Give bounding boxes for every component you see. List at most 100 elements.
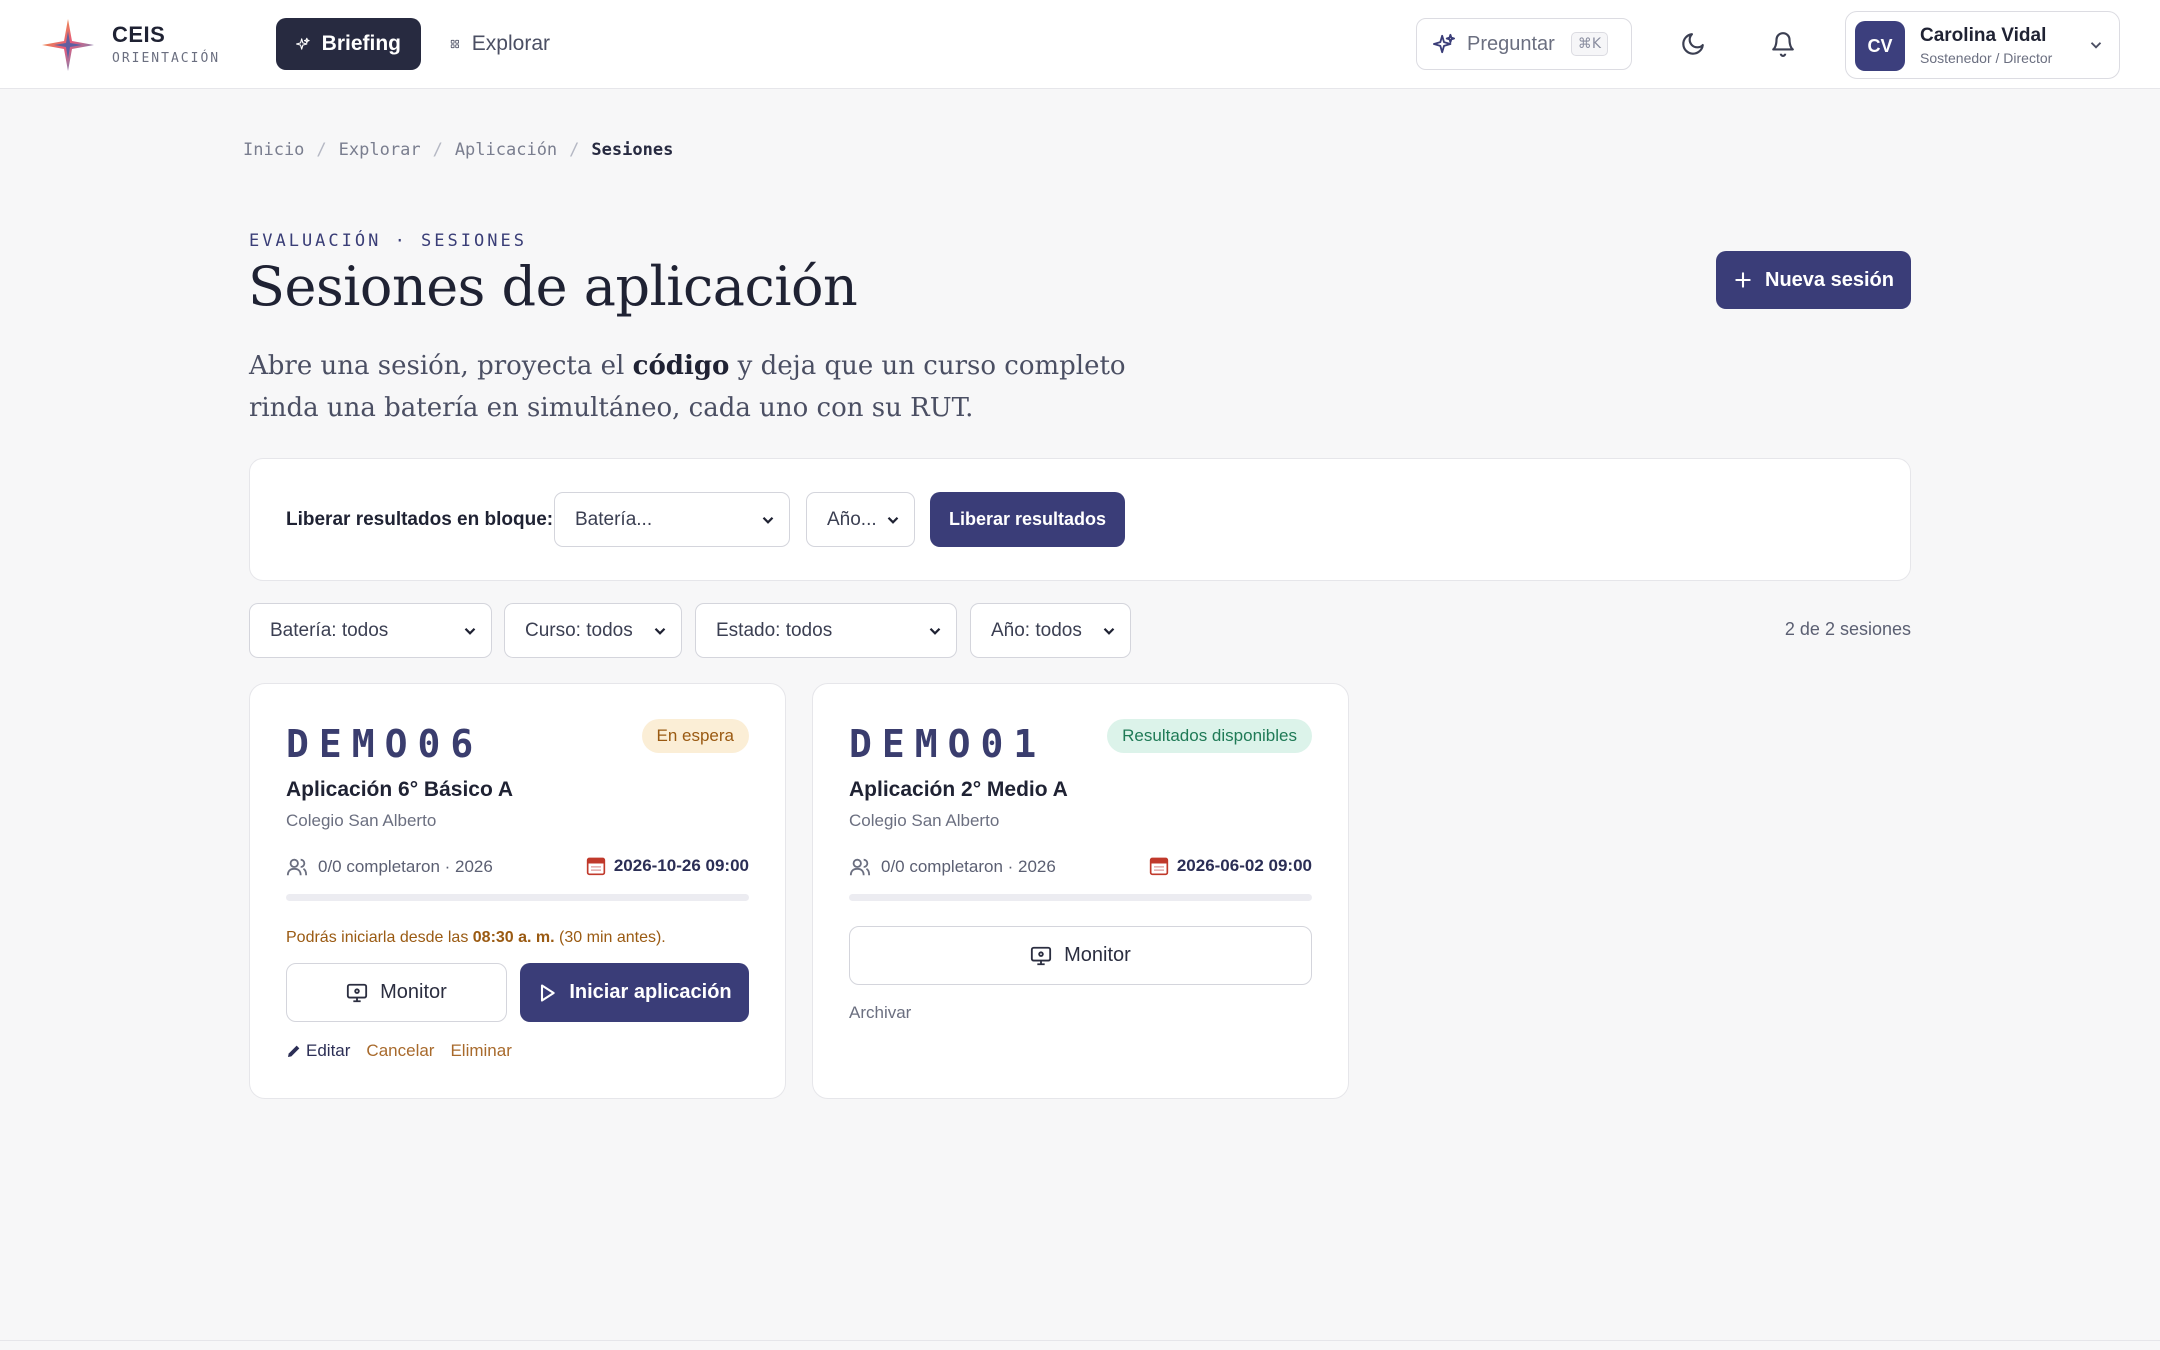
breadcrumb-separator: / — [432, 140, 443, 160]
session-code: DEMO01 — [849, 722, 1047, 766]
monitor-icon — [347, 983, 368, 1002]
breadcrumb-current: Sesiones — [591, 140, 674, 160]
chevron-down-icon — [654, 627, 666, 635]
monitor-button[interactable]: Monitor — [286, 963, 507, 1022]
session-meta: 0/0 completaron · 2026 — [849, 856, 1056, 878]
sparkles-icon — [1433, 33, 1455, 54]
moon-icon — [1682, 33, 1704, 55]
notice-text: Podrás iniciarla desde las — [286, 929, 473, 946]
top-bar: CEIS ORIENTACIÓN Briefing Explorar Pregu… — [0, 0, 2160, 89]
release-results-button[interactable]: Liberar resultados — [930, 492, 1125, 547]
monitor-label: Monitor — [1064, 944, 1131, 966]
user-name: Carolina Vidal — [1920, 25, 2047, 46]
filter-bateria-select[interactable]: Batería: todos — [249, 603, 492, 658]
bulk-anio-select[interactable]: Año... — [806, 492, 915, 547]
avatar: CV — [1855, 21, 1905, 71]
session-school: Colegio San Alberto — [286, 811, 437, 830]
ask-label: Preguntar — [1467, 32, 1555, 55]
session-school: Colegio San Alberto — [849, 811, 1000, 830]
session-title: Aplicación 2° Medio A — [849, 778, 1068, 801]
users-icon — [849, 858, 871, 876]
select-value: Batería: todos — [270, 619, 389, 641]
chevron-down-icon — [464, 627, 476, 635]
chevron-down-icon — [1103, 627, 1115, 635]
chevron-down-icon — [929, 627, 941, 635]
chevron-down-icon — [762, 516, 774, 524]
nav-briefing-label: Briefing — [321, 32, 401, 55]
session-title: Aplicación 6° Básico A — [286, 778, 514, 801]
session-date-text: 2026-06-02 09:00 — [1176, 856, 1312, 875]
lead-text: Abre una sesión, proyecta el — [249, 351, 633, 381]
play-icon — [541, 983, 556, 1002]
notice-text: (30 min antes). — [554, 929, 666, 946]
bulk-release-panel: Liberar resultados en bloque: Batería...… — [249, 458, 1911, 581]
session-date-text: 2026-10-26 09:00 — [613, 856, 749, 875]
ask-button[interactable]: Preguntar ⌘K — [1416, 18, 1632, 70]
session-code: DEMO06 — [286, 722, 484, 766]
brand: CEIS ORIENTACIÓN — [112, 22, 220, 66]
bell-icon — [1772, 32, 1794, 57]
chevron-down-icon — [887, 516, 899, 524]
plus-icon — [1735, 272, 1751, 288]
calendar-icon — [586, 857, 605, 876]
monitor-button[interactable]: Monitor — [849, 926, 1312, 985]
page-description: Abre una sesión, proyecta el código y de… — [249, 345, 1199, 429]
theme-toggle-button[interactable] — [1675, 26, 1711, 62]
breadcrumb-inicio[interactable]: Inicio — [243, 140, 304, 160]
notice-time: 08:30 a. m. — [472, 929, 555, 946]
completion-progress-bar — [849, 894, 1312, 901]
grid-icon — [450, 39, 459, 49]
select-value: Estado: todos — [716, 619, 833, 641]
select-value: Batería... — [575, 508, 653, 530]
bulk-bateria-select[interactable]: Batería... — [554, 492, 790, 547]
lead-emphasis: código — [632, 351, 730, 381]
archive-link[interactable]: Archivar — [849, 1003, 911, 1023]
session-card: DEMO01 Resultados disponibles Aplicación… — [812, 683, 1349, 1099]
start-application-label: Iniciar aplicación — [569, 981, 732, 1003]
select-value: Año: todos — [991, 619, 1082, 641]
session-date: 2026-10-26 09:00 — [586, 856, 749, 876]
nav-explorar-label: Explorar — [471, 32, 550, 55]
monitor-label: Monitor — [380, 981, 447, 1003]
brand-subtitle: ORIENTACIÓN — [112, 51, 221, 66]
delete-link[interactable]: Eliminar — [450, 1041, 511, 1061]
session-count: 2 de 2 sesiones — [1784, 619, 1911, 639]
user-role: Sostenedor / Director — [1920, 50, 2053, 66]
page-title: Sesiones de aplicación — [248, 255, 858, 318]
monitor-icon — [1031, 946, 1052, 965]
filter-anio-select[interactable]: Año: todos — [970, 603, 1131, 658]
footer-divider — [0, 1340, 2160, 1341]
session-date: 2026-06-02 09:00 — [1149, 856, 1312, 876]
start-notice: Podrás iniciarla desde las 08:30 a. m. (… — [286, 929, 666, 947]
notifications-button[interactable] — [1765, 26, 1801, 62]
edit-link[interactable]: Editar — [286, 1041, 350, 1061]
bulk-release-label: Liberar resultados en bloque: — [286, 509, 554, 530]
chevron-down-icon — [2090, 42, 2102, 49]
edit-label: Editar — [306, 1041, 351, 1060]
users-icon — [286, 858, 308, 876]
nav-explorar-button[interactable]: Explorar — [430, 18, 570, 70]
session-meta: 0/0 completaron · 2026 — [286, 856, 493, 878]
select-value: Año... — [827, 508, 877, 530]
brand-name: CEIS — [112, 22, 166, 47]
new-session-button[interactable]: Nueva sesión — [1716, 251, 1911, 309]
session-meta-text: 0/0 completaron · 2026 — [318, 857, 493, 876]
calendar-icon — [1149, 857, 1168, 876]
breadcrumb-separator: / — [569, 140, 580, 160]
breadcrumb: Inicio / Explorar / Aplicación / Sesione… — [243, 140, 673, 160]
ceis-logo-icon[interactable] — [40, 17, 96, 73]
session-card: DEMO06 En espera Aplicación 6° Básico A … — [249, 683, 786, 1099]
status-badge: Resultados disponibles — [1107, 719, 1312, 753]
user-menu[interactable]: CV Carolina Vidal Sostenedor / Director — [1845, 11, 2120, 79]
cancel-link[interactable]: Cancelar — [366, 1041, 434, 1061]
breadcrumb-aplicacion[interactable]: Aplicación — [455, 140, 557, 160]
nav-briefing-button[interactable]: Briefing — [276, 18, 421, 70]
ask-shortcut: ⌘K — [1570, 32, 1609, 56]
pencil-icon — [288, 1045, 300, 1057]
filter-estado-select[interactable]: Estado: todos — [695, 603, 957, 658]
filter-curso-select[interactable]: Curso: todos — [504, 603, 682, 658]
start-application-button[interactable]: Iniciar aplicación — [520, 963, 749, 1022]
breadcrumb-explorar[interactable]: Explorar — [339, 140, 421, 160]
section-eyebrow: EVALUACIÓN · SESIONES — [249, 231, 527, 251]
breadcrumb-separator: / — [316, 140, 327, 160]
